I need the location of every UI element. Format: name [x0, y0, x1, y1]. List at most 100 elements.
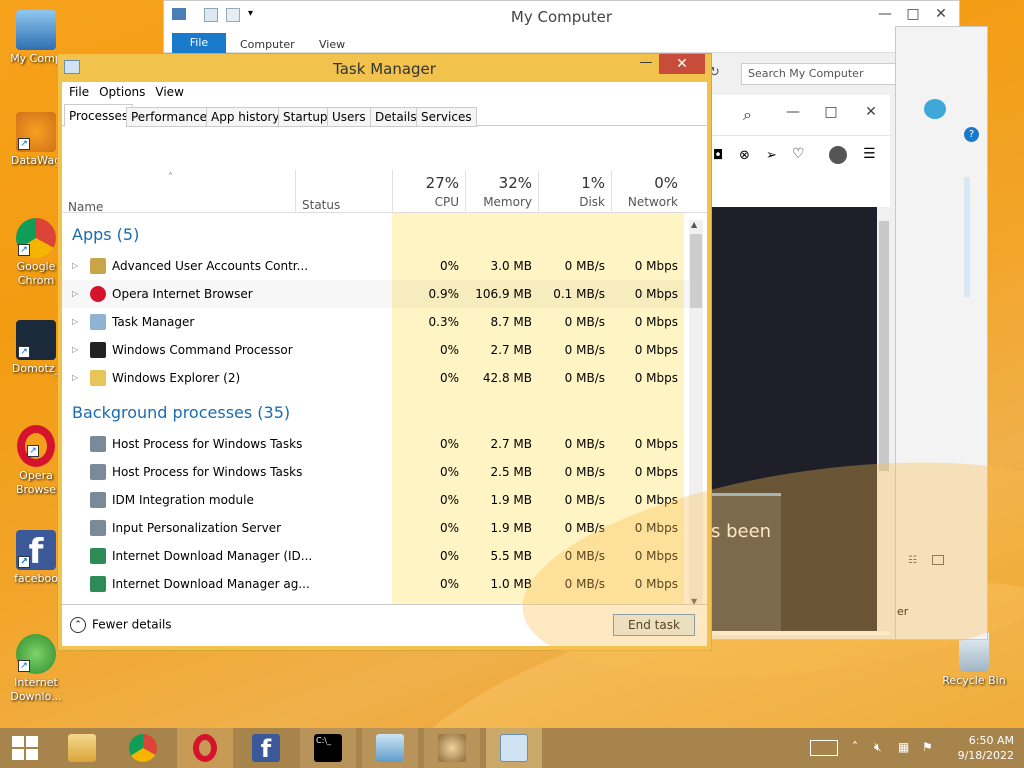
tab-details[interactable]: Details: [370, 107, 422, 127]
tab-services[interactable]: Services: [416, 107, 477, 127]
expand-arrow-icon[interactable]: ▷: [72, 364, 78, 392]
tab-startup[interactable]: Startup: [278, 107, 333, 127]
send-icon[interactable]: ➢: [766, 148, 777, 163]
taskbar-command-prompt[interactable]: C:\_: [300, 728, 356, 768]
idm-icon: ↗: [16, 634, 56, 674]
taskbar-chrome[interactable]: [115, 728, 171, 768]
maximize-button[interactable]: □: [817, 101, 845, 123]
table-row[interactable]: Internet Download Manager ag... 0% 1.0 MB 0…: [62, 570, 689, 598]
expand-arrow-icon[interactable]: ▷: [72, 336, 78, 364]
cpu-value: 0%: [439, 549, 459, 563]
taskbar-task-manager[interactable]: [486, 728, 542, 768]
ribbon-tab-file[interactable]: File: [172, 33, 226, 53]
vertical-scrollbar[interactable]: ▲ ▼: [689, 220, 703, 606]
taskbar-opera[interactable]: [177, 728, 233, 768]
table-row[interactable]: ▷ Advanced User Accounts Contr... 0% 3.0 MB…: [62, 252, 689, 280]
scrollbar-thumb[interactable]: [879, 221, 889, 471]
column-header-memory[interactable]: 32% Memory: [465, 170, 538, 213]
disk-value: 0 MB/s: [538, 598, 611, 604]
taskbar-control-panel[interactable]: [362, 728, 418, 768]
action-center-icon[interactable]: ⚑: [922, 740, 933, 754]
keyboard-icon[interactable]: [810, 740, 838, 756]
volume-muted-icon[interactable]: 🔇︎: [874, 740, 882, 755]
taskbar-user-accounts[interactable]: [424, 728, 480, 768]
column-header-disk[interactable]: 1% Disk: [538, 170, 611, 213]
group-header-apps: Apps (5): [72, 225, 140, 244]
shell-icon[interactable]: [924, 99, 946, 119]
column-header-status[interactable]: Status: [295, 170, 392, 213]
table-row[interactable]: Input Personalization Server 0% 1.9 MB 0 MB…: [62, 514, 689, 542]
chrome-icon: ↗: [16, 218, 56, 258]
table-row[interactable]: ▷ Windows Explorer (2) 0% 42.8 MB 0 MB/s 0 Mb…: [62, 364, 689, 392]
settings-icon[interactable]: ☰: [863, 146, 876, 162]
ribbon-tab-computer[interactable]: Computer: [240, 38, 295, 51]
start-button[interactable]: [0, 728, 56, 768]
cpu-value: 0%: [439, 493, 459, 507]
block-icon[interactable]: ⊗: [739, 148, 750, 163]
network-value: 0 Mbps: [634, 437, 678, 451]
search-icon[interactable]: ⌕: [743, 105, 752, 125]
close-button[interactable]: ✕: [857, 101, 885, 123]
column-header-cpu[interactable]: 27% CPU: [392, 170, 465, 213]
network-value: 0 Mbps: [634, 315, 678, 329]
table-row[interactable]: IDM Integration module 0% 1.9 MB 0 MB/s 0 Mb…: [62, 486, 689, 514]
expand-arrow-icon[interactable]: ▷: [72, 252, 78, 280]
scrollbar[interactable]: [877, 207, 891, 631]
cpu-value: 0%: [439, 465, 459, 479]
heart-icon[interactable]: ♡: [792, 146, 805, 162]
menu-file[interactable]: File: [64, 82, 94, 102]
maximize-button[interactable]: □: [899, 3, 927, 25]
taskbar-facebook[interactable]: f: [238, 728, 294, 768]
menu-options[interactable]: Options: [94, 82, 150, 102]
end-task-button[interactable]: End task: [613, 614, 695, 636]
chrome-icon: [129, 734, 157, 762]
table-row[interactable]: ▷ Task Manager 0.3% 8.7 MB 0 MB/s 0 Mbps: [62, 308, 689, 336]
expand-arrow-icon[interactable]: ▷: [72, 280, 78, 308]
tab-performance[interactable]: Performance: [126, 107, 213, 127]
process-icon: [90, 520, 106, 536]
group-header-background: Background processes (35): [72, 403, 291, 422]
menu-view[interactable]: View: [150, 82, 188, 102]
network-value: 0 Mbps: [634, 521, 678, 535]
desktop-icon-recycle-bin[interactable]: Recycle Bin: [938, 632, 1010, 688]
table-row[interactable]: ▷ Windows Command Processor 0% 2.7 MB 0 MB/s…: [62, 336, 689, 364]
column-header-network[interactable]: 0% Network: [611, 170, 684, 213]
minimize-button[interactable]: —: [779, 101, 807, 123]
opera-window: ⌕ — □ ✕ ◘ ⊗ ➢ ♡ ☰ s been er: [700, 95, 908, 635]
table-row[interactable]: Host Process for Windows Tasks 0% 2.7 MB 0 …: [62, 430, 689, 458]
minimize-button[interactable]: —: [633, 54, 659, 74]
profile-icon[interactable]: [829, 146, 847, 164]
camera-icon[interactable]: ◘: [713, 148, 723, 163]
close-button[interactable]: ✕: [659, 54, 705, 74]
tab-users[interactable]: Users: [327, 107, 371, 127]
memory-value: 42.8 MB: [482, 371, 532, 385]
column-header-row: ˄ Name Status 27% CPU 32% Memory 1% Disk…: [62, 128, 707, 214]
partial-status-text: er: [897, 605, 909, 618]
show-hidden-icons-icon[interactable]: ˄: [852, 740, 858, 754]
tab-app-history[interactable]: App history: [206, 107, 285, 127]
scroll-down-icon[interactable]: ▼: [691, 597, 697, 606]
partial-text: s been: [711, 521, 772, 542]
scrollbar-thumb[interactable]: [690, 234, 702, 308]
desktop: My Comp ↗ DataWag ↗ Google Chrom ↗ Domot…: [0, 0, 1024, 728]
nav-pane-strip: [964, 177, 970, 297]
network-icon[interactable]: ▦: [898, 740, 909, 754]
page-content-dark: [711, 207, 877, 631]
fewer-details-button[interactable]: ⌃ Fewer details: [70, 617, 172, 633]
users-icon: [438, 734, 466, 762]
tab-processes[interactable]: Processes: [64, 104, 134, 127]
table-row[interactable]: Host Process for Windows Tasks 0% 2.5 MB 0 …: [62, 458, 689, 486]
minimize-button[interactable]: —: [871, 3, 899, 25]
scroll-up-icon[interactable]: ▲: [691, 220, 697, 229]
column-header-name[interactable]: Name: [68, 200, 103, 214]
view-details-icon[interactable]: ☷: [908, 555, 917, 566]
taskbar-file-explorer[interactable]: [54, 728, 110, 768]
table-row[interactable]: ▷ Opera Internet Browser 0.9% 106.9 MB 0.1 M…: [62, 280, 689, 308]
table-row[interactable]: Internet Download Manager (ID... 0% 5.5 MB…: [62, 542, 689, 570]
close-button[interactable]: ✕: [927, 3, 955, 25]
system-clock[interactable]: 6:50 AM 9/18/2022: [958, 733, 1014, 763]
ribbon-tab-view[interactable]: View: [319, 38, 345, 51]
expand-arrow-icon[interactable]: ▷: [72, 308, 78, 336]
help-icon[interactable]: ?: [964, 127, 979, 142]
view-tiles-icon[interactable]: [932, 555, 944, 565]
